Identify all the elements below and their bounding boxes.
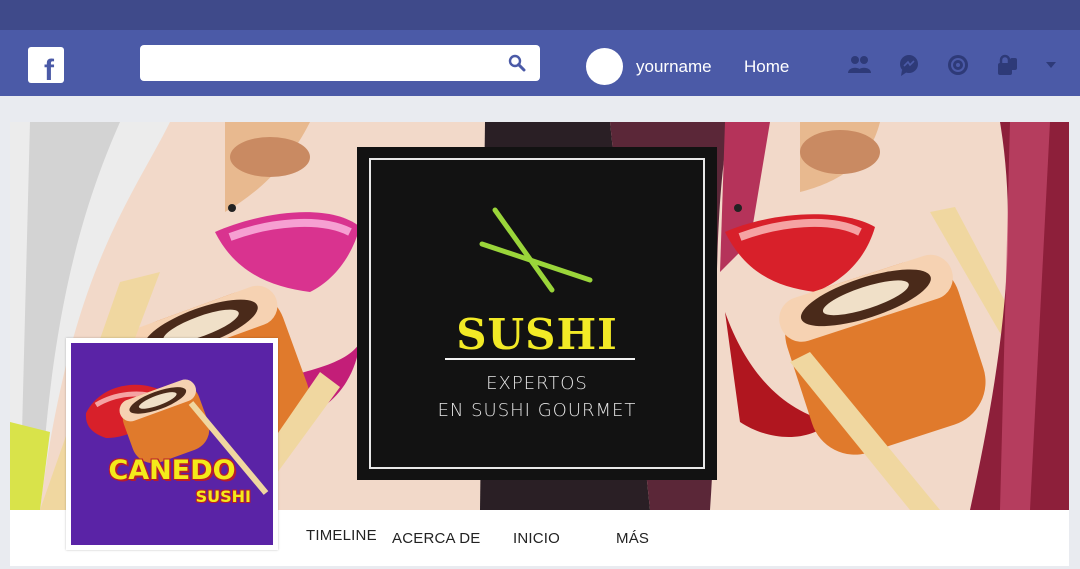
cover-title: SUSHI <box>456 310 618 359</box>
search-icon[interactable] <box>508 54 526 72</box>
tab-mas[interactable]: MÁS <box>616 530 649 547</box>
chopsticks-icon <box>479 207 593 293</box>
notifications-icon[interactable] <box>945 52 971 78</box>
facebook-logo[interactable]: f <box>28 47 64 83</box>
messages-icon[interactable] <box>896 52 922 78</box>
tab-inicio[interactable]: INICIO <box>513 530 560 547</box>
privacy-icon[interactable] <box>994 52 1020 78</box>
brand-name-line1: CANEDO <box>108 455 236 486</box>
username-link[interactable]: yourname <box>636 57 712 77</box>
cover-title-panel: SUSHI EXPERTOS EN SUSHI GOURMET <box>357 147 717 480</box>
brand-name-line2: SUSHI <box>195 487 251 506</box>
avatar[interactable] <box>586 48 623 85</box>
home-link[interactable]: Home <box>744 57 789 77</box>
cover-title-underline <box>445 358 635 360</box>
cover-tagline-line1: EXPERTOS <box>486 373 588 394</box>
browser-top-strip <box>0 0 1080 30</box>
profile-picture[interactable]: CANEDO SUSHI <box>66 338 278 550</box>
search-input[interactable] <box>140 45 540 81</box>
tab-acerca-de[interactable]: ACERCA DE <box>392 530 481 547</box>
facebook-logo-letter: f <box>44 54 54 84</box>
friends-icon[interactable] <box>846 52 872 78</box>
top-navbar: f yourname Home <box>0 30 1080 96</box>
sushi-lips-logo-icon <box>85 379 269 495</box>
chevron-down-icon[interactable] <box>1044 58 1058 72</box>
cover-tagline-line2: EN SUSHI GOURMET <box>437 400 637 421</box>
profile-logo: CANEDO SUSHI <box>71 343 273 545</box>
tab-timeline[interactable]: TIMELINE <box>306 527 377 544</box>
